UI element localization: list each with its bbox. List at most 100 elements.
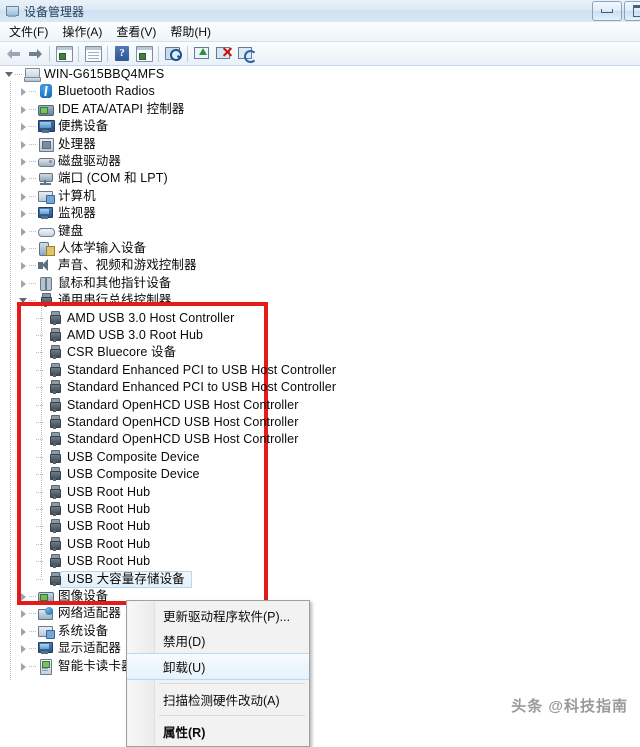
tree-item-11[interactable]: 鼠标和其他指针设备 [18, 275, 171, 292]
ctx-scan-hardware[interactable]: 扫描检测硬件改动(A) [127, 687, 309, 712]
tree-connector [29, 591, 38, 602]
tree-item-after-1[interactable]: 网络适配器 [18, 605, 121, 622]
usb-child-label: CSR Bluecore 设备 [67, 344, 176, 361]
tree-item-after-2[interactable]: 系统设备 [18, 623, 108, 640]
chevron-right-icon[interactable] [18, 86, 29, 97]
uninstall-device-button[interactable] [213, 43, 235, 64]
context-menu[interactable]: 更新驱动程序软件(P)... 禁用(D) 卸载(U) 扫描检测硬件改动(A) 属… [126, 600, 310, 747]
usb-child-label: AMD USB 3.0 Root Hub [67, 327, 203, 344]
maximize-button[interactable] [624, 1, 640, 21]
chevron-right-icon[interactable] [18, 643, 29, 654]
usb-child-5[interactable]: Standard OpenHCD USB Host Controller [36, 397, 298, 414]
tree-item-7[interactable]: 监视器 [18, 205, 96, 222]
back-button[interactable] [2, 43, 24, 64]
maximize-icon [633, 5, 640, 17]
ctx-properties[interactable]: 属性(R) [127, 719, 309, 744]
show-hide-action-pane-button[interactable] [133, 43, 155, 64]
usb-child-10[interactable]: USB Root Hub [36, 484, 150, 501]
update-driver-icon [194, 46, 210, 61]
tree-connector [29, 173, 38, 184]
usb-device-icon [47, 554, 63, 569]
tree-connector [36, 469, 47, 480]
tree-item-9[interactable]: 人体学输入设备 [18, 240, 146, 257]
usb-child-14[interactable]: USB Root Hub [36, 553, 150, 570]
chevron-down-icon[interactable] [18, 295, 29, 306]
usb-child-label: USB 大容量存储设备 [67, 571, 185, 588]
properties-button[interactable] [82, 43, 104, 64]
chevron-right-icon[interactable] [18, 173, 29, 184]
chevron-right-icon[interactable] [18, 626, 29, 637]
chevron-right-icon[interactable] [18, 661, 29, 672]
chevron-right-icon[interactable] [18, 104, 29, 115]
magnifier-monitor-icon [165, 46, 181, 61]
chevron-right-icon[interactable] [18, 278, 29, 289]
tree-item-10[interactable]: 声音、视频和游戏控制器 [18, 257, 197, 274]
toolbar-separator [187, 46, 188, 62]
chevron-down-icon[interactable] [4, 69, 15, 80]
ports-icon [38, 171, 54, 186]
chevron-right-icon[interactable] [18, 121, 29, 132]
usb-child-2[interactable]: CSR Bluecore 设备 [36, 344, 176, 361]
menu-view[interactable]: 查看(V) [109, 21, 163, 42]
usb-child-label: Standard OpenHCD USB Host Controller [67, 414, 298, 431]
chevron-right-icon[interactable] [18, 208, 29, 219]
tree-item-2[interactable]: 便携设备 [18, 118, 108, 135]
chevron-right-icon[interactable] [18, 608, 29, 619]
tree-item-0[interactable]: Bluetooth Radios [18, 83, 155, 100]
menu-action[interactable]: 操作(A) [55, 21, 109, 42]
usb-child-8[interactable]: USB Composite Device [36, 449, 200, 466]
usb-child-13[interactable]: USB Root Hub [36, 536, 150, 553]
usb-child-7[interactable]: Standard OpenHCD USB Host Controller [36, 431, 298, 448]
tree-connector [29, 260, 38, 271]
usb-child-4[interactable]: Standard Enhanced PCI to USB Host Contro… [36, 379, 336, 396]
tree-root-computer[interactable]: WIN-G615BBQ4MFS [4, 66, 164, 83]
usb-child-label: USB Root Hub [67, 518, 150, 535]
ide-controller-icon [38, 102, 54, 117]
tree-item-label: 显示适配器 [58, 640, 121, 657]
usb-child-9[interactable]: USB Composite Device [36, 466, 200, 483]
chevron-right-icon[interactable] [18, 226, 29, 237]
chevron-right-icon[interactable] [18, 591, 29, 602]
menu-file[interactable]: 文件(F) [2, 21, 55, 42]
tree-item-8[interactable]: 键盘 [18, 223, 83, 240]
ctx-disable[interactable]: 禁用(D) [127, 628, 309, 653]
help-button[interactable]: ? [111, 43, 133, 64]
tree-item-1[interactable]: IDE ATA/ATAPI 控制器 [18, 101, 185, 118]
tree-item-label: 计算机 [58, 188, 96, 205]
usb-child-12[interactable]: USB Root Hub [36, 518, 150, 535]
tree-item-label: 鼠标和其他指针设备 [58, 275, 171, 292]
usb-child-3[interactable]: Standard Enhanced PCI to USB Host Contro… [36, 362, 336, 379]
tree-item-after-0[interactable]: 图像设备 [18, 588, 108, 605]
chevron-right-icon[interactable] [18, 243, 29, 254]
minimize-icon [601, 9, 613, 13]
update-driver-button[interactable] [191, 43, 213, 64]
chevron-right-icon[interactable] [18, 260, 29, 271]
menu-help[interactable]: 帮助(H) [163, 21, 218, 42]
ctx-update-driver[interactable]: 更新驱动程序软件(P)... [127, 603, 309, 628]
forward-button[interactable] [24, 43, 46, 64]
chevron-right-icon[interactable] [18, 139, 29, 150]
tree-connector [36, 574, 47, 585]
usb-child-6[interactable]: Standard OpenHCD USB Host Controller [36, 414, 298, 431]
tree-item-3[interactable]: 处理器 [18, 136, 96, 153]
tree-item-5[interactable]: 端口 (COM 和 LPT) [18, 170, 168, 187]
watermark: 头条 @科技指南 [511, 695, 628, 716]
scan-hardware-changes-button[interactable] [162, 43, 184, 64]
chevron-right-icon[interactable] [18, 156, 29, 167]
device-tree[interactable]: WIN-G615BBQ4MFSBluetooth RadiosIDE ATA/A… [0, 66, 640, 730]
ctx-uninstall[interactable]: 卸载(U) [127, 653, 309, 680]
tree-item-after-3[interactable]: 显示适配器 [18, 640, 121, 657]
usb-child-15[interactable]: USB 大容量存储设备 [36, 571, 185, 588]
tree-item-6[interactable]: 计算机 [18, 188, 96, 205]
chevron-right-icon[interactable] [18, 191, 29, 202]
usb-child-11[interactable]: USB Root Hub [36, 501, 150, 518]
enable-device-button[interactable] [235, 43, 257, 64]
usb-child-1[interactable]: AMD USB 3.0 Root Hub [36, 327, 203, 344]
show-hide-console-tree-button[interactable] [53, 43, 75, 64]
usb-child-0[interactable]: AMD USB 3.0 Host Controller [36, 310, 234, 327]
tree-guide-line [10, 81, 11, 681]
usb-child-label: AMD USB 3.0 Host Controller [67, 310, 234, 327]
tree-item-after-4[interactable]: 智能卡读卡器 [18, 658, 134, 675]
minimize-button[interactable] [592, 1, 622, 21]
tree-item-4[interactable]: 磁盘驱动器 [18, 153, 121, 170]
